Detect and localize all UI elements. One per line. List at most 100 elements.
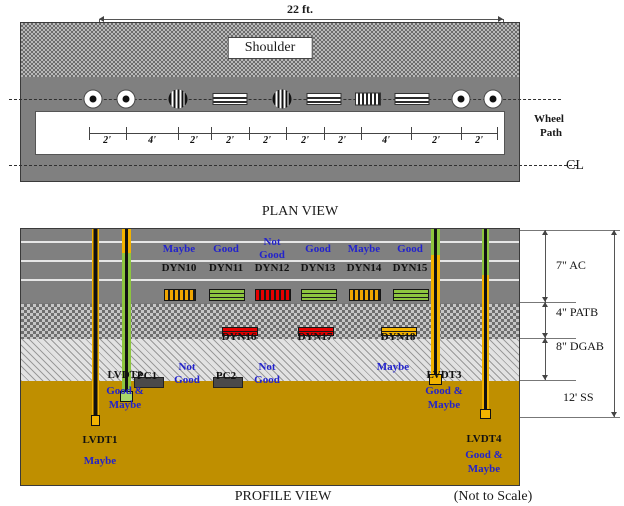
dyn-strip-DYN11	[209, 289, 245, 301]
lvdt-id-LVDT2: LVDT2	[107, 369, 143, 381]
pc-status-PC1-line1: Not	[178, 361, 196, 373]
dyn-id-DYN11: DYN11	[208, 262, 244, 274]
dim-tick	[89, 127, 90, 140]
dim-ac-arrow-top	[542, 230, 548, 235]
plan-view-title: PLAN VIEW	[261, 204, 339, 219]
top-dimension-line	[99, 19, 503, 20]
dim-tick	[361, 127, 362, 140]
layer-guide-top	[520, 230, 620, 231]
dim-label-1: 4'	[148, 135, 156, 146]
dyn-id-DYN17: DYN17	[297, 331, 333, 343]
dim-tick	[178, 127, 179, 140]
dyn-status-DYN13: Good	[305, 243, 331, 255]
lvdt-status-LVDT3-1: Good &	[425, 385, 463, 397]
layer-guide-ss-bottom	[520, 417, 620, 418]
dyn-status-DYN10: Maybe	[162, 243, 196, 255]
dim-patb-arrow-top	[542, 302, 548, 307]
profile-view-title: PROFILE VIEW	[234, 489, 332, 504]
layer-label-ac: 7" AC	[556, 258, 586, 272]
dyn-id-DYN13: DYN13	[300, 262, 336, 274]
dyn-id-DYN16: DYN16	[221, 331, 257, 343]
dyn-status-DYN14: Maybe	[347, 243, 381, 255]
figure-root: 22 ft. Shoulder 2' 4' 2' 2' 2' 2' 2' 4' …	[0, 0, 624, 506]
dim-label-9: 2'	[475, 135, 483, 146]
layer-label-dgab: 8" DGAB	[556, 339, 604, 353]
not-to-scale-label: (Not to Scale)	[453, 489, 533, 504]
dim-tick	[211, 127, 212, 140]
layer-label-patb: 4" PATB	[556, 305, 599, 319]
plan-sensor-pc-1	[168, 89, 188, 109]
dyn-strip-DYN14	[349, 289, 381, 301]
dyn-strip-DYN10	[164, 289, 196, 301]
dim-ac-line	[545, 230, 546, 302]
pc-status-PC1-line2: Good	[174, 374, 200, 386]
lvdt-rod-LVDT3	[428, 229, 442, 389]
layer-label-ss: 12' SS	[563, 390, 594, 404]
lvdt-rod-LVDT4	[479, 229, 491, 419]
dim-label-0: 2'	[103, 135, 111, 146]
dyn-strip-DYN13	[301, 289, 337, 301]
pc-id-PC2: PC2	[215, 370, 237, 382]
dyn-status-DYN12-line1: Not	[263, 236, 281, 248]
lvdt-id-LVDT4: LVDT4	[466, 433, 502, 445]
dyn-status-DYN11: Good	[213, 243, 239, 255]
dim-ss-line	[614, 230, 615, 417]
lvdt-status-LVDT2-2: Maybe	[108, 399, 142, 411]
plan-sensor-pc-2	[272, 89, 292, 109]
plan-view: Shoulder 2' 4' 2' 2' 2' 2' 2' 4' 2' 2'	[9, 22, 577, 182]
dim-tick	[286, 127, 287, 140]
lvdt-status-LVDT2-1: Good &	[106, 385, 144, 397]
dim-tick	[126, 127, 127, 140]
lvdt-status-LVDT1-1: Maybe	[83, 455, 117, 467]
dim-tick	[497, 127, 498, 140]
dim-tick	[461, 127, 462, 140]
plan-sensor-dyn-c	[355, 92, 381, 106]
dim-label-6: 2'	[338, 135, 346, 146]
dyn-strip-DYN12	[255, 289, 291, 301]
dim-label-5: 2'	[301, 135, 309, 146]
lvdt-status-LVDT4-1: Good &	[465, 449, 503, 461]
dim-ss-arrow-bottom	[611, 412, 617, 417]
dim-tick	[324, 127, 325, 140]
plan-sensor-dyn-d	[394, 93, 430, 105]
dim-dgab-arrow-bottom	[542, 375, 548, 380]
dyn18-status: Maybe	[376, 361, 410, 373]
dim-dgab-line	[545, 338, 546, 380]
dim-dgab-arrow-top	[542, 338, 548, 343]
pc-status-PC2-line2: Good	[254, 374, 280, 386]
layer-guide-dgab-ss	[520, 380, 576, 381]
lvdt-status-LVDT3-2: Maybe	[427, 399, 461, 411]
dyn-status-DYN15: Good	[397, 243, 423, 255]
dim-label-3: 2'	[226, 135, 234, 146]
dim-label-4: 2'	[263, 135, 271, 146]
centerline-line	[9, 165, 577, 166]
dyn-id-DYN12: DYN12	[254, 262, 290, 274]
wheel-path-label-line2: Path	[540, 127, 562, 139]
lvdt-id-LVDT1: LVDT1	[82, 434, 118, 446]
wheel-path-label-line1: Wheel	[534, 113, 564, 125]
lvdt-id-LVDT3: LVDT3	[426, 369, 462, 381]
dyn-id-DYN18: DYN18	[380, 331, 416, 343]
plan-sensor-dyn-a	[212, 93, 248, 105]
dim-ss-arrow-top	[611, 230, 617, 235]
dim-label-2: 2'	[190, 135, 198, 146]
plan-sensor-lvdt-1	[83, 89, 103, 109]
lvdt-status-LVDT4-2: Maybe	[467, 463, 501, 475]
dyn-strip-DYN15	[393, 289, 429, 301]
pc-status-PC2-line1: Not	[258, 361, 276, 373]
plan-sensor-dyn-b	[306, 93, 342, 105]
plan-sensor-lvdt-3	[451, 89, 471, 109]
lvdt-rod-LVDT1	[90, 229, 100, 429]
dim-tick	[249, 127, 250, 140]
dyn-id-DYN10: DYN10	[161, 262, 197, 274]
dyn-id-DYN15: DYN15	[392, 262, 428, 274]
dim-tick	[411, 127, 412, 140]
dim-label-8: 2'	[432, 135, 440, 146]
centerline-label: CL	[566, 158, 584, 173]
dim-label-7: 4'	[382, 135, 390, 146]
dyn-status-DYN12-line2: Good	[259, 249, 285, 261]
plan-sensor-lvdt-2	[116, 89, 136, 109]
top-dimension-label: 22 ft.	[287, 2, 313, 16]
layer-guide-ac-patb	[520, 302, 576, 303]
dimension-chain-line	[89, 133, 497, 134]
